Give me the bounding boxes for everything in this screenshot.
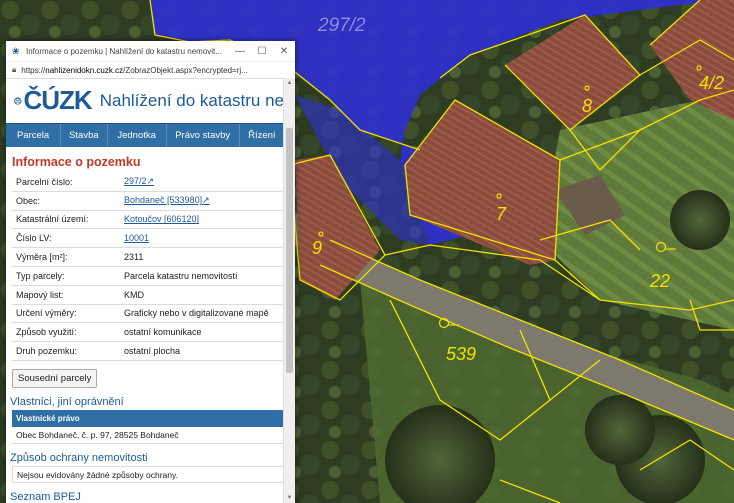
label-typ-parcely: Typ parcely: — [12, 266, 120, 286]
neighbouring-parcels-button[interactable]: Sousední parcely — [12, 368, 98, 388]
value-urceni-vymery: Graficky nebo v digitalizované mapě — [120, 304, 284, 324]
map-label-4-2: 4/2 — [699, 73, 724, 93]
site-subtitle: Nahlížení do katastru ne — [99, 90, 284, 110]
parcel-info-window: ❀ Informace o pozemku | Nahlížení do kat… — [6, 41, 295, 503]
value-zpusob-vyuziti: ostatní komunikace — [120, 322, 284, 343]
external-link-icon[interactable]: ↗ — [202, 195, 210, 205]
url-rest: /ZobrazObjekt.aspx?encrypted=rj... — [123, 65, 248, 75]
table-row: Druh pozemku: ostatní plocha — [12, 341, 284, 361]
value-katastralni-uzemi[interactable]: Kotoučov [606120] — [120, 210, 284, 230]
page-title: Informace o pozemku — [12, 155, 141, 169]
table-row: Katastrální území: Kotoučov [606120] — [12, 210, 284, 230]
label-cislo-lv: Číslo LV: — [12, 228, 120, 249]
bpej-heading: Seznam BPEJ — [10, 490, 81, 503]
cuzk-brand: ČÚZK — [23, 85, 93, 115]
map-label-7: 7 — [496, 204, 507, 224]
link-katastralni-uzemi[interactable]: Kotoučov [606120] — [124, 214, 199, 224]
map-label-539: 539 — [446, 344, 476, 364]
value-parcelni-cislo[interactable]: 297/2↗ — [120, 173, 284, 192]
link-cislo-lv[interactable]: 10001 — [124, 233, 149, 243]
protection-heading: Způsob ochrany nemovitosti — [10, 451, 148, 464]
table-row: Mapový list: KMD — [12, 285, 284, 305]
lock-icon: 🔒︎ — [12, 65, 17, 74]
link-obec[interactable]: Bohdaneč [533980] — [124, 195, 202, 205]
owners-row: Obec Bohdaneč, č. p. 97, 28525 Bohdaneč — [12, 427, 284, 444]
cuzk-logo-icon — [14, 96, 22, 105]
label-katastralni-uzemi: Katastrální území: — [12, 210, 120, 230]
nav-rizeni[interactable]: Řízení — [240, 124, 284, 147]
label-urceni-vymery: Určení výměry: — [12, 304, 120, 324]
value-vymera: 2311 — [120, 247, 284, 267]
nav-jednotka[interactable]: Jednotka — [108, 124, 167, 147]
table-row: Určení výměry: Graficky nebo v digitaliz… — [12, 304, 284, 324]
scrollbar-thumb[interactable] — [286, 128, 293, 373]
nav-pravo-stavby[interactable]: Právo stavby — [167, 124, 240, 147]
url-prefix: https:// — [21, 65, 46, 75]
nav-parcela[interactable]: Parcela — [6, 124, 62, 147]
page-content: ČÚZK Nahlížení do katastru ne Parcela St… — [6, 78, 284, 503]
window-title: Informace o pozemku | Nahlížení do katas… — [26, 46, 222, 56]
label-druh-pozemku: Druh pozemku: — [12, 341, 120, 361]
value-mapovy-list: KMD — [120, 285, 284, 305]
value-cislo-lv[interactable]: 10001 — [120, 228, 284, 249]
parcel-info-table: Parcelní číslo: 297/2↗ Obec: Bohdaneč [5… — [12, 173, 284, 361]
label-parcelni-cislo: Parcelní číslo: — [12, 173, 120, 192]
map-label-297-2: 297/2 — [317, 15, 366, 36]
label-mapovy-list: Mapový list: — [12, 285, 120, 305]
value-typ-parcely: Parcela katastru nemovitostí — [120, 266, 284, 286]
table-row: Výměra [m²]: 2311 — [12, 247, 284, 267]
vertical-scrollbar[interactable]: ▲ ▼ — [283, 78, 295, 503]
table-row: Obec: Bohdaneč [533980]↗ — [12, 191, 284, 211]
value-druh-pozemku: ostatní plocha — [120, 341, 284, 361]
minimize-button[interactable]: — — [229, 46, 251, 57]
cuzk-header: ČÚZK Nahlížení do katastru ne — [6, 78, 284, 123]
table-row: Způsob využití: ostatní komunikace — [12, 322, 284, 343]
address-bar[interactable]: 🔒︎ https://nahlizenidokn.cuzk.cz/ZobrazO… — [6, 62, 295, 79]
map-label-8: 8 — [582, 96, 592, 116]
label-zpusob-vyuziti: Způsob využití: — [12, 322, 120, 343]
map-label-9: 9 — [312, 238, 322, 258]
map-label-22: 22 — [649, 271, 670, 291]
cuzk-favicon-icon: ❀ — [12, 46, 20, 56]
url-host: nahlizenidokn.cuzk.cz — [45, 65, 124, 75]
maximize-button[interactable]: ☐ — [251, 46, 273, 57]
value-obec[interactable]: Bohdaneč [533980]↗ — [120, 191, 284, 211]
owners-table-header: Vlastnické právo — [12, 409, 284, 427]
main-nav: Parcela Stavba Jednotka Právo stavby Říz… — [6, 123, 284, 147]
window-titlebar[interactable]: ❀ Informace o pozemku | Nahlížení do kat… — [6, 41, 295, 62]
protection-row: Nejsou evidovány žádné způsoby ochrany. — [12, 465, 284, 483]
owners-heading: Vlastníci, jiní oprávnění — [10, 395, 124, 408]
label-obec: Obec: — [12, 191, 120, 211]
external-link-icon[interactable]: ↗ — [147, 176, 155, 186]
link-parcelni-cislo[interactable]: 297/2 — [124, 176, 147, 186]
tree — [585, 395, 655, 465]
scroll-up-icon[interactable]: ▲ — [284, 80, 295, 86]
nav-stavba[interactable]: Stavba — [61, 124, 108, 147]
table-row: Typ parcely: Parcela katastru nemovitost… — [12, 266, 284, 286]
close-button[interactable]: ✕ — [273, 46, 295, 57]
table-row: Číslo LV: 10001 — [12, 228, 284, 249]
label-vymera: Výměra [m²]: — [12, 247, 120, 267]
tree — [670, 190, 730, 250]
scroll-down-icon[interactable]: ▼ — [284, 495, 295, 501]
table-row: Parcelní číslo: 297/2↗ — [12, 173, 284, 192]
